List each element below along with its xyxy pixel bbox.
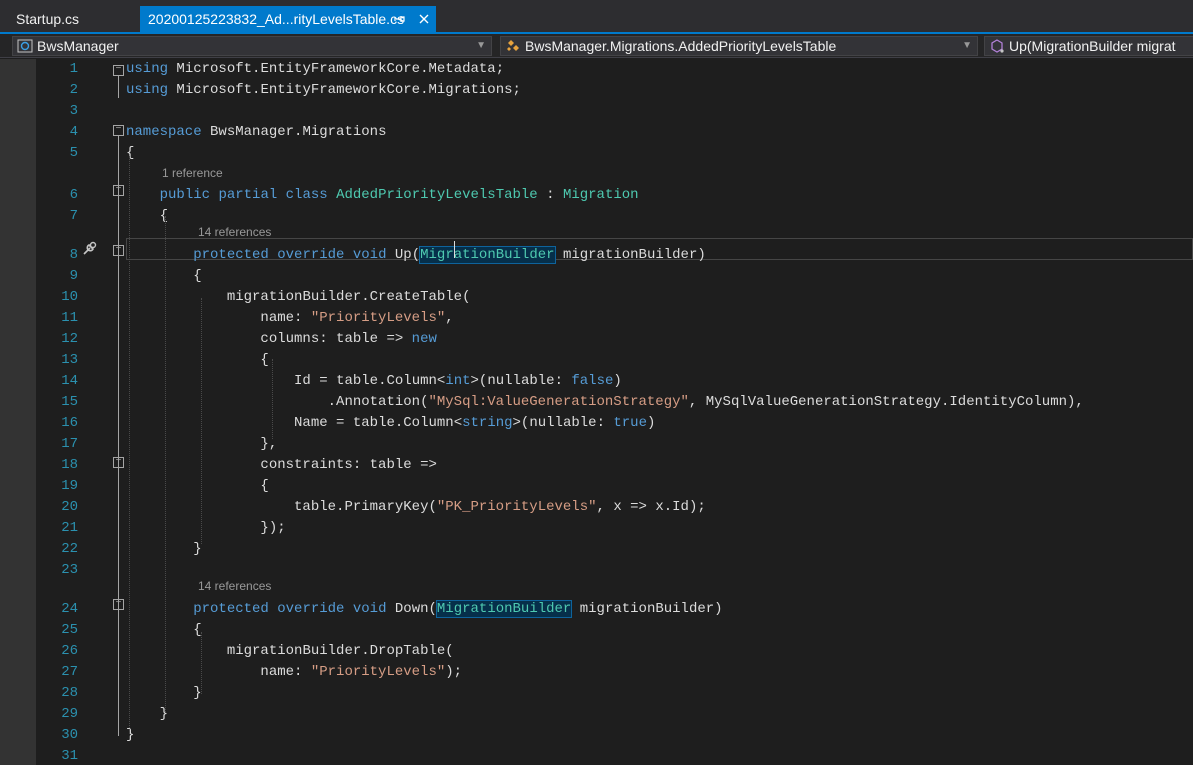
indent-guide bbox=[129, 156, 130, 734]
code-line[interactable]: protected override void Down(MigrationBu… bbox=[126, 599, 723, 620]
code-line[interactable]: namespace BwsManager.Migrations bbox=[126, 122, 386, 143]
code-line[interactable]: { bbox=[126, 206, 168, 227]
line-number: 27 bbox=[61, 664, 78, 680]
member-dropdown[interactable]: Up(MigrationBuilder migrat bbox=[984, 36, 1193, 56]
code-line[interactable]: } bbox=[126, 683, 201, 704]
line-number: 8 bbox=[69, 247, 78, 263]
line-number: 9 bbox=[69, 268, 78, 284]
code-line[interactable]: table.PrimaryKey("PK_PriorityLevels", x … bbox=[126, 497, 706, 518]
line-number: 28 bbox=[61, 685, 78, 701]
document-tab-strip: Startup.cs 20200125223832_Ad...rityLevel… bbox=[0, 0, 1193, 34]
indent-guide bbox=[165, 216, 166, 712]
line-number: 21 bbox=[61, 520, 78, 536]
line-number: 1 bbox=[69, 61, 78, 77]
member-name: Up(MigrationBuilder migrat bbox=[1009, 38, 1176, 54]
line-number: 26 bbox=[61, 643, 78, 659]
pin-icon[interactable] bbox=[392, 6, 408, 32]
code-line[interactable]: { bbox=[126, 476, 268, 497]
code-line[interactable]: { bbox=[126, 143, 134, 164]
code-line[interactable]: public partial class AddedPriorityLevels… bbox=[126, 185, 639, 206]
tab-startup-cs[interactable]: Startup.cs bbox=[8, 6, 128, 32]
chevron-down-icon: ▼ bbox=[962, 40, 972, 51]
line-number: 6 bbox=[69, 187, 78, 203]
line-number: 24 bbox=[61, 601, 78, 617]
code-line[interactable]: name: "PriorityLevels", bbox=[126, 308, 453, 329]
collapse-icon[interactable]: − bbox=[113, 125, 124, 136]
class-icon bbox=[507, 40, 519, 51]
glyph-margin bbox=[0, 59, 36, 765]
code-line[interactable]: migrationBuilder.CreateTable( bbox=[126, 287, 471, 308]
code-line[interactable]: { bbox=[126, 266, 201, 287]
code-editor[interactable]: 1 using Microsoft.EntityFrameworkCore.Met… bbox=[0, 59, 1193, 765]
code-line[interactable]: constraints: table => bbox=[126, 455, 436, 476]
line-number: 5 bbox=[69, 145, 78, 161]
line-number: 18 bbox=[61, 457, 78, 473]
line-number: 29 bbox=[61, 706, 78, 722]
indent-guide bbox=[201, 298, 202, 544]
line-number: 14 bbox=[61, 373, 78, 389]
fold-line bbox=[118, 136, 119, 736]
line-number: 23 bbox=[61, 562, 78, 578]
line-number: 17 bbox=[61, 436, 78, 452]
code-line[interactable]: protected override void Up(MigrationBuil… bbox=[126, 245, 706, 266]
code-line[interactable]: .Annotation("MySql:ValueGenerationStrate… bbox=[126, 392, 1084, 413]
indent-guide bbox=[201, 632, 202, 694]
line-number: 2 bbox=[69, 82, 78, 98]
code-line[interactable]: columns: table => new bbox=[126, 329, 436, 350]
collapse-icon[interactable]: − bbox=[113, 185, 124, 196]
collapse-icon[interactable]: − bbox=[113, 599, 124, 610]
class-name: BwsManager.Migrations.AddedPriorityLevel… bbox=[525, 38, 837, 54]
line-number: 10 bbox=[61, 289, 78, 305]
tab-label: Startup.cs bbox=[16, 11, 80, 27]
code-line[interactable]: name: "PriorityLevels"); bbox=[126, 662, 462, 683]
code-lens-class-references[interactable]: 1 reference bbox=[162, 165, 223, 181]
project-name: BwsManager bbox=[37, 38, 119, 54]
class-dropdown[interactable]: BwsManager.Migrations.AddedPriorityLevel… bbox=[500, 36, 978, 56]
line-number: 7 bbox=[69, 208, 78, 224]
code-line[interactable]: Name = table.Column<string>(nullable: tr… bbox=[126, 413, 655, 434]
line-number: 30 bbox=[61, 727, 78, 743]
quick-action-wrench-icon[interactable] bbox=[80, 240, 98, 258]
code-line[interactable]: migrationBuilder.DropTable( bbox=[126, 641, 454, 662]
collapse-icon[interactable]: − bbox=[113, 457, 124, 468]
line-number: 15 bbox=[61, 394, 78, 410]
code-line[interactable]: { bbox=[126, 620, 201, 641]
line-number: 12 bbox=[61, 331, 78, 347]
chevron-down-icon: ▼ bbox=[476, 40, 486, 51]
collapse-icon[interactable]: − bbox=[113, 245, 124, 256]
line-number: 4 bbox=[69, 124, 78, 140]
line-number: 11 bbox=[61, 310, 78, 326]
line-number: 25 bbox=[61, 622, 78, 638]
code-line[interactable]: } bbox=[126, 704, 168, 725]
csharp-project-icon bbox=[17, 39, 33, 53]
line-number: 16 bbox=[61, 415, 78, 431]
tab-label: 20200125223832_Ad...rityLevelsTable.cs bbox=[148, 11, 405, 27]
text-cursor bbox=[454, 241, 455, 258]
code-line[interactable]: { bbox=[126, 350, 268, 371]
method-icon bbox=[991, 39, 1004, 53]
collapse-icon[interactable]: − bbox=[113, 65, 124, 76]
line-number: 31 bbox=[61, 748, 78, 764]
fold-line bbox=[118, 76, 119, 98]
navigation-bar: BwsManager ▼ BwsManager.Migrations.Added… bbox=[0, 34, 1193, 58]
code-line[interactable]: using Microsoft.EntityFrameworkCore.Migr… bbox=[126, 80, 521, 101]
indent-guide bbox=[272, 359, 273, 439]
code-line[interactable]: }); bbox=[126, 518, 285, 539]
line-number: 20 bbox=[61, 499, 78, 515]
line-number: 19 bbox=[61, 478, 78, 494]
code-lens-down-references[interactable]: 14 references bbox=[198, 578, 271, 594]
tab-migration-file[interactable]: 20200125223832_Ad...rityLevelsTable.cs bbox=[140, 6, 436, 34]
code-lens-up-references[interactable]: 14 references bbox=[198, 224, 271, 240]
line-number: 22 bbox=[61, 541, 78, 557]
code-line[interactable]: using Microsoft.EntityFrameworkCore.Meta… bbox=[126, 59, 504, 80]
code-line[interactable]: } bbox=[126, 725, 134, 746]
line-number: 13 bbox=[61, 352, 78, 368]
close-icon[interactable] bbox=[416, 6, 432, 32]
project-dropdown[interactable]: BwsManager ▼ bbox=[12, 36, 492, 56]
code-line[interactable]: } bbox=[126, 539, 201, 560]
line-number: 3 bbox=[69, 103, 78, 119]
